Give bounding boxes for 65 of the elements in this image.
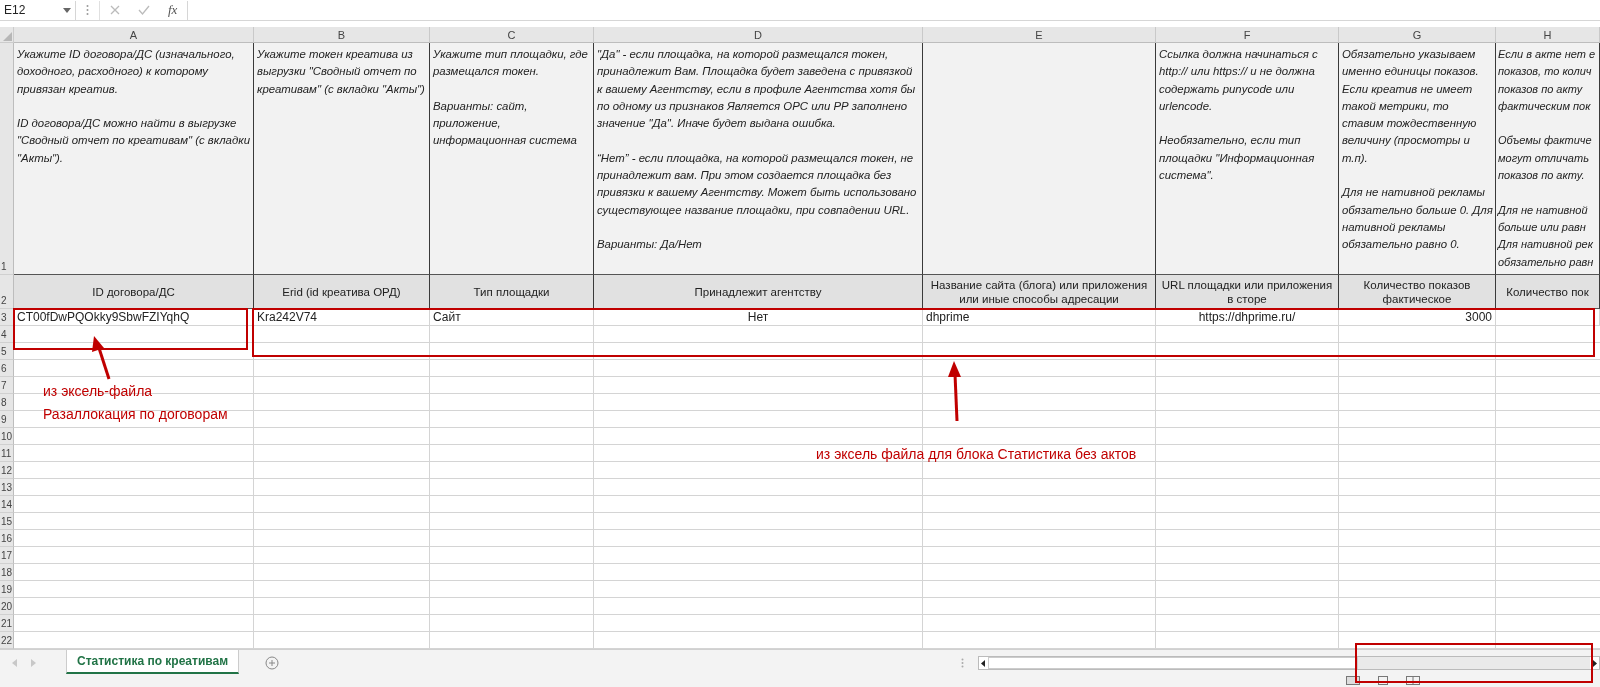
column-header[interactable]: H (1496, 27, 1600, 43)
column-header[interactable]: E (923, 27, 1156, 43)
select-all-corner[interactable] (0, 27, 14, 43)
row-header[interactable]: 16 (0, 530, 14, 547)
check-icon[interactable] (138, 5, 150, 15)
dropdown-caret-icon (63, 7, 71, 13)
previous-sheet-icon[interactable] (12, 659, 18, 667)
annotation-text: из эксель-файла Разаллокация по договорам (43, 382, 228, 424)
row-header[interactable]: 19 (0, 581, 14, 598)
next-sheet-icon[interactable] (30, 659, 36, 667)
row-header[interactable]: 6 (0, 360, 14, 377)
column-header[interactable]: B (254, 27, 430, 43)
instruction-cell: "Да" - если площадка, на которой размещался токен, принадлежит Вам. Площадка будет заведена с привязкой к вашему Агентству, если в профиле Агентства хотя бы по одному из признаков Является ОРС или РР заполнено значение "Да". Иначе будет выдана ошибка. “Нет” - если площадка, на которой размещался токен, не принадлежит вам. При этом создается площадка без привязки к вашему Агентству. Может быть использовано существующее название площадки, при совпадении URL. Варианты: Да/Нет (594, 43, 923, 275)
normal-view-icon[interactable] (1346, 676, 1360, 685)
annotation-text: из эксель файла для блока Статистика без актов (816, 445, 1137, 464)
instruction-cell: Ссылка должна начинаться с http:// или https:// и не должна содержать punycode или urlencode. Необязательно, если тип площадки "Информационная система". (1156, 43, 1339, 275)
page-layout-icon[interactable] (1376, 676, 1390, 685)
horizontal-scrollbar[interactable] (978, 656, 1600, 670)
arrow (948, 361, 961, 422)
row-header[interactable]: 11 (0, 445, 14, 462)
instruction-cell: Укажите токен креатива из выгрузки "Сводный отчет по креативам" (с вкладки "Акты") (254, 43, 430, 275)
row-header[interactable]: 9 (0, 411, 14, 428)
column-header[interactable]: G (1339, 27, 1496, 43)
row-header[interactable]: 12 (0, 462, 14, 479)
name-box[interactable]: E12 (0, 0, 76, 20)
column-title: URL площадки или приложения в сторе (1156, 275, 1339, 309)
column-title: Количество пок (1496, 275, 1600, 309)
row-header[interactable]: 5 (0, 343, 14, 360)
row-header[interactable]: 14 (0, 496, 14, 513)
insert-function-button[interactable]: fx (168, 2, 178, 18)
row-header[interactable]: 10 (0, 428, 14, 445)
column-header[interactable]: D (594, 27, 923, 43)
cancel-icon[interactable] (110, 5, 120, 15)
row-header[interactable]: 22 (0, 632, 14, 649)
row-header[interactable]: 21 (0, 615, 14, 632)
column-title: Erid (id креатива ОРД) (254, 275, 430, 309)
column-title: ID договора/ДС (14, 275, 254, 309)
page-break-icon[interactable] (1406, 676, 1420, 685)
instruction-cell: Укажите тип площадки, где размещался токен. Варианты: сайт, приложение, информационная система (430, 43, 594, 275)
add-sheet-icon[interactable] (265, 656, 280, 670)
column-header[interactable]: C (430, 27, 594, 43)
column-title: Тип площадки (430, 275, 594, 309)
sheet-tab[interactable]: Статистика по креативам (66, 650, 240, 674)
row-header[interactable]: 8 (0, 394, 14, 411)
instruction-cell: Если в акте нет е показов, то колич показов по акту фактическим пок Объемы фактиче могут отличать показов по акту. Для не нативной больше или равн Для нативной рек обязательно равн (1496, 43, 1600, 275)
row-header[interactable]: 20 (0, 598, 14, 615)
row-header[interactable]: 3 (0, 309, 14, 326)
row-header[interactable]: 17 (0, 547, 14, 564)
row-header[interactable]: 13 (0, 479, 14, 496)
column-header[interactable]: F (1156, 27, 1339, 43)
column-title: Название сайта (блога) или приложения или иные способы адресации (923, 275, 1156, 309)
column-header[interactable]: A (14, 27, 254, 43)
column-title: Количество показов фактическое (1339, 275, 1496, 309)
row-header[interactable]: 2 (0, 275, 14, 309)
instruction-cell: Укажите ID договора/ДС (изначального, доходного, расходного) к которому привязан креатив. ID договора/ДС можно найти в выгрузке "Сводный отчет по креативам" (с вкладки "Акты"). (14, 43, 254, 275)
row-header[interactable]: 7 (0, 377, 14, 394)
more-icon[interactable] (86, 4, 89, 16)
arrow (92, 336, 111, 380)
instruction-cell: Обязательно указываем именно единицы показов. Если креатив не имеет такой метрики, то ставим тождественную величину (просмотры и т.п). Для не нативной рекламы обязательно больше 0. Для нативной рекламы обязательно равно 0. (1339, 43, 1496, 275)
row-header[interactable]: 1 (0, 43, 14, 275)
row-header[interactable]: 4 (0, 326, 14, 343)
row-header[interactable]: 15 (0, 513, 14, 530)
splitter-icon[interactable] (961, 658, 964, 668)
row-header[interactable]: 18 (0, 564, 14, 581)
column-title: Принадлежит агентству (594, 275, 923, 309)
